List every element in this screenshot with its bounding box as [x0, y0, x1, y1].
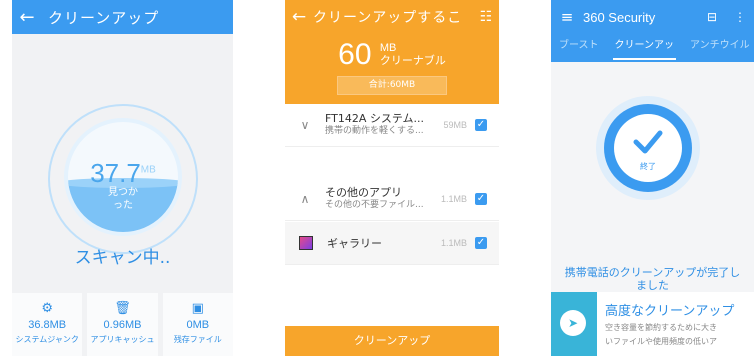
stat-value: 0.96MB [103, 319, 142, 331]
advanced-cleanup-card[interactable]: ➤ 高度なクリーンアップ 空き容量を節約するために大き いファイルや使用頻度の低… [551, 292, 754, 356]
item-checkbox[interactable]: ✓ [475, 193, 487, 205]
complete-message: 携帯電話のクリーンアップが完了し ました [564, 266, 741, 292]
hamburger-icon[interactable]: ≡ [551, 8, 583, 26]
cleanable-unit: MB [379, 42, 397, 54]
done-label: 終了 [640, 162, 656, 171]
complete-screen: ≡ 360 Security ⊟ ⋮ ブースト クリーンアッ アンチウイル 終了… [551, 0, 754, 356]
advanced-desc-line2: いファイルや使用頻度の低いア [605, 337, 717, 346]
advanced-desc-line1: 空き容量を節約するために大き [605, 323, 717, 332]
chevron-up-icon[interactable]: ∧ [285, 192, 325, 206]
item-name: その他のアプリ [325, 186, 402, 199]
stat-system-junk: ⚙ 36.8MB システムジャンク [12, 293, 83, 356]
image-icon: ▣ [191, 301, 204, 316]
screen-title: クリーンアップするこ [313, 10, 463, 26]
more-icon[interactable]: ⋮ [726, 10, 754, 24]
list-item[interactable]: ∨ FT142A システム... 携帯の動作を軽くする... 59MB ✓ [285, 104, 499, 147]
item-size: 1.1MB [440, 194, 467, 204]
item-checkbox[interactable]: ✓ [475, 237, 487, 249]
stat-value: 0MB [186, 319, 210, 331]
checkmark-icon [633, 130, 663, 154]
total-badge: 合計:60MB [337, 76, 447, 95]
advanced-title: 高度なクリーンアップ [605, 304, 735, 319]
tab-bar: ブースト クリーンアッ アンチウイル [551, 34, 754, 62]
junk-gauge: 37.7MB 見つかった [64, 118, 182, 236]
cleanup-button[interactable]: クリーンアップ [285, 326, 499, 356]
app-title: 360 Security [583, 9, 656, 25]
cleanup-list-screen: ← クリーンアップするこ ☷ 60 MB クリーナブル 合計:60MB ∨ FT… [285, 0, 499, 356]
chevron-down-icon[interactable]: ∨ [285, 118, 325, 132]
list-icon[interactable]: ☷ [473, 9, 499, 25]
scan-status: スキャン中.. [74, 248, 171, 268]
list-item[interactable]: ギャラリー 1.1MB ✓ [285, 222, 499, 265]
item-name: FT142A システム... [325, 112, 425, 125]
item-desc: その他の不要ファイル... [325, 200, 424, 210]
stat-residual-files: ▣ 0MB 残存ファイル [162, 293, 233, 356]
stat-app-cache: 🗑 0.96MB アプリキャッシュ [87, 293, 158, 356]
item-desc: 携帯の動作を軽くする... [325, 126, 424, 136]
gear-icon: ⚙ [41, 301, 53, 316]
list-item[interactable]: ∧ その他のアプリ その他の不要ファイル... 1.1MB ✓ [285, 178, 499, 221]
top-bar: ← クリーンアップ [12, 0, 233, 34]
stat-label: アプリキャッシュ [90, 335, 155, 344]
back-arrow-icon[interactable]: ← [12, 7, 42, 28]
rocket-icon: ➤ [560, 310, 586, 336]
item-checkbox[interactable]: ✓ [475, 119, 487, 131]
trash-icon: 🗑 [114, 301, 131, 316]
gallery-icon [299, 236, 313, 250]
item-name: ギャラリー [327, 236, 382, 250]
done-badge: 終了 [596, 96, 700, 200]
top-bar: ≡ 360 Security ⊟ ⋮ [551, 0, 754, 34]
tab-boost[interactable]: ブースト [551, 34, 607, 62]
back-arrow-icon[interactable]: ← [285, 7, 313, 27]
item-size: 59MB [443, 120, 467, 130]
stats-row: ⚙ 36.8MB システムジャンク 🗑 0.96MB アプリキャッシュ ▣ 0M… [12, 293, 233, 356]
cleanable-value: 60 [338, 38, 372, 71]
screen-title: クリーンアップ [48, 8, 160, 27]
stat-label: 残存ファイル [173, 335, 222, 344]
window-icon[interactable]: ⊟ [698, 10, 726, 24]
item-size: 1.1MB [440, 238, 467, 248]
scan-screen: ← クリーンアップ 37.7MB 見つかった スキャン中.. ⚙ 36.8MB … [12, 0, 233, 356]
stat-value: 36.8MB [28, 319, 67, 331]
stat-label: システムジャンク [15, 335, 79, 344]
cleanable-summary: 60 MB クリーナブル 合計:60MB [285, 34, 499, 104]
gauge-found-label: 見つかった [108, 187, 138, 211]
tab-antivirus[interactable]: アンチウイル [682, 34, 754, 62]
gauge-value: 37.7 [90, 158, 141, 188]
top-bar: ← クリーンアップするこ ☷ [285, 0, 499, 34]
gauge-unit: MB [140, 164, 156, 176]
cleanable-label: クリーナブル [379, 55, 446, 67]
tab-cleanup[interactable]: クリーンアッ [607, 34, 683, 62]
